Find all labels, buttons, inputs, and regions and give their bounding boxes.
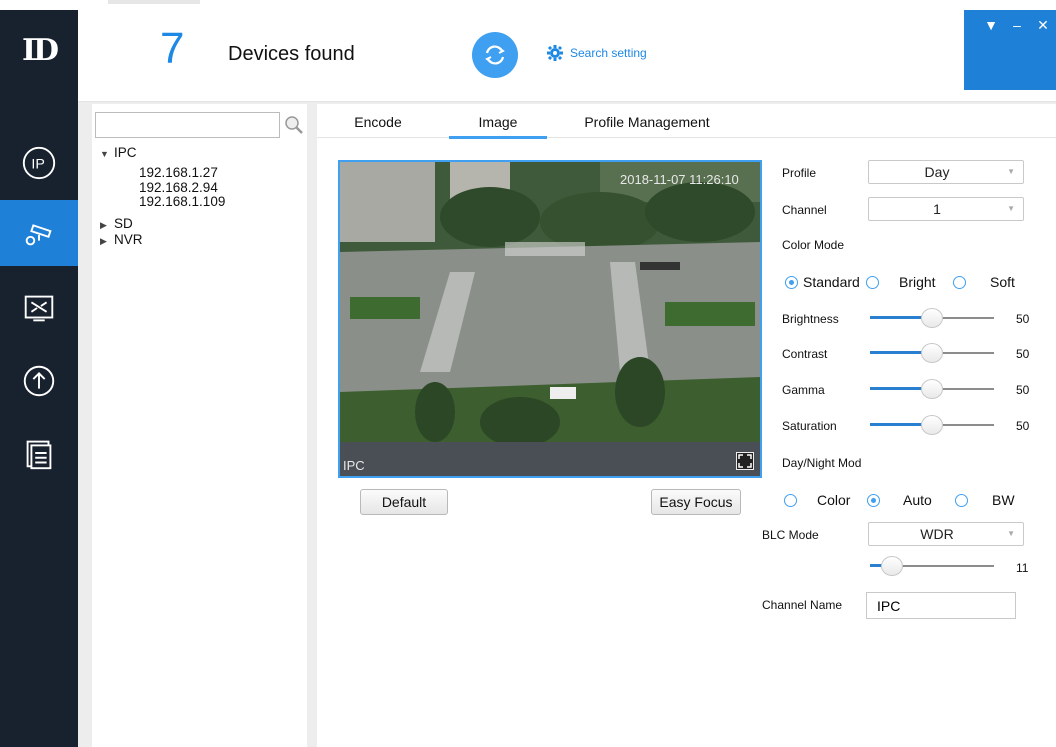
slider-knob[interactable]: [921, 415, 943, 435]
slider-knob[interactable]: [881, 556, 904, 576]
tree-group-ipc[interactable]: ▼ IPC: [100, 146, 137, 161]
svg-text:IP: IP: [31, 157, 44, 173]
caret-right-icon: ▶: [100, 236, 107, 246]
sidebar-item-documents[interactable]: [0, 420, 78, 486]
tree-device-item[interactable]: 192.168.1.27: [139, 166, 218, 180]
blc-level-slider[interactable]: [870, 556, 994, 576]
tree-group-sd[interactable]: ▶ SD: [100, 217, 133, 232]
slider-label: Brightness: [782, 312, 839, 326]
slider-value: 50: [1016, 312, 1030, 326]
slider-value: 50: [1016, 383, 1030, 397]
blc-level-value: 11: [1016, 561, 1029, 575]
day-night-color-radio[interactable]: [784, 494, 797, 507]
profile-label: Profile: [782, 166, 817, 180]
window-controls: ▼ – ✕: [964, 10, 1056, 90]
saturation-slider[interactable]: [870, 415, 994, 435]
search-setting-label: Search setting: [570, 46, 647, 60]
slider-knob[interactable]: [921, 308, 943, 328]
brightness-slider[interactable]: [870, 308, 994, 328]
tab-divider: [317, 137, 1056, 138]
color-mode-option-label: Standard: [803, 274, 860, 290]
slider-value: 50: [1016, 347, 1030, 361]
caret-right-icon: ▶: [100, 220, 107, 230]
color-mode-label: Color Mode: [782, 238, 845, 252]
upgrade-icon: [23, 365, 55, 397]
blc-mode-label: BLC Mode: [762, 528, 819, 542]
refresh-button[interactable]: [472, 32, 518, 78]
color-mode-bright-radio[interactable]: [866, 276, 879, 289]
tab-encode[interactable]: Encode: [338, 114, 418, 130]
slider-label: Saturation: [782, 419, 837, 433]
day-night-option-label: BW: [992, 492, 1015, 508]
app-logo: ID: [21, 32, 59, 68]
default-button[interactable]: Default: [360, 489, 448, 515]
device-count: 7: [160, 24, 185, 73]
top-tab[interactable]: [108, 0, 200, 4]
tree-group-label: NVR: [114, 232, 143, 247]
blc-mode-select[interactable]: WDR ▼: [868, 522, 1024, 546]
color-mode-option-label: Bright: [899, 274, 936, 290]
profile-value: Day: [924, 164, 950, 180]
chevron-down-icon: ▼: [1007, 529, 1015, 538]
day-night-option-label: Auto: [903, 492, 932, 508]
sidebar-item-tools[interactable]: [0, 275, 78, 341]
close-button[interactable]: ✕: [1030, 16, 1056, 90]
tools-icon: [24, 295, 54, 322]
top-strip: [0, 0, 1056, 10]
active-tab-indicator: [449, 136, 547, 139]
easy-focus-button[interactable]: Easy Focus: [651, 489, 741, 515]
video-channel-overlay: IPC: [343, 458, 365, 473]
window-menu-button[interactable]: ▼: [978, 16, 1004, 90]
tree-device-item[interactable]: 192.168.1.109: [139, 195, 225, 209]
documents-icon: [26, 440, 52, 470]
contrast-slider[interactable]: [870, 343, 994, 363]
blc-mode-value: WDR: [920, 526, 954, 542]
caret-down-icon: ▼: [100, 149, 109, 159]
devices-found-label: Devices found: [228, 43, 355, 65]
slider-label: Contrast: [782, 347, 828, 361]
slider-knob[interactable]: [921, 343, 943, 363]
tree-group-label: IPC: [114, 145, 137, 160]
tree-device-item[interactable]: 192.168.2.94: [139, 181, 218, 195]
chevron-down-icon: ▼: [1007, 204, 1015, 213]
video-preview[interactable]: 2018-11-07 11:26:10 IPC: [338, 160, 762, 478]
sidebar-item-upgrade[interactable]: [0, 348, 78, 414]
refresh-icon: [485, 45, 505, 65]
device-search-input[interactable]: [95, 112, 280, 138]
sidebar-item-camera-settings[interactable]: [0, 200, 78, 266]
slider-value: 50: [1016, 419, 1030, 433]
camera-settings-icon: [25, 224, 52, 246]
day-night-option-label: Color: [817, 492, 851, 508]
tab-profile-management[interactable]: Profile Management: [572, 114, 722, 130]
profile-select[interactable]: Day ▼: [868, 160, 1024, 184]
gamma-slider[interactable]: [870, 379, 994, 399]
channel-select[interactable]: 1 ▼: [868, 197, 1024, 221]
tree-group-nvr[interactable]: ▶ NVR: [100, 233, 143, 248]
chevron-down-icon: ▼: [1007, 167, 1015, 176]
color-mode-standard-radio[interactable]: [785, 276, 798, 289]
gear-icon: [547, 45, 563, 61]
minimize-button[interactable]: –: [1004, 16, 1030, 90]
channel-label: Channel: [782, 203, 827, 217]
slider-label: Gamma: [782, 383, 825, 397]
channel-value: 1: [933, 201, 941, 217]
search-setting-link[interactable]: Search setting: [546, 44, 647, 62]
ip-icon: IP: [22, 146, 56, 180]
color-mode-soft-radio[interactable]: [953, 276, 966, 289]
channel-name-label: Channel Name: [762, 598, 843, 612]
fullscreen-icon[interactable]: [736, 452, 754, 470]
camera-view-image: 2018-11-07 11:26:10 IPC: [340, 162, 760, 476]
day-night-label: Day/Night Mod: [782, 456, 862, 470]
color-mode-option-label: Soft: [990, 274, 1015, 290]
sidebar-item-ip[interactable]: IP: [0, 130, 78, 196]
tab-image[interactable]: Image: [449, 114, 547, 130]
day-night-auto-radio[interactable]: [867, 494, 880, 507]
channel-name-input[interactable]: [866, 592, 1016, 619]
video-timestamp: 2018-11-07 11:26:10: [620, 172, 739, 187]
slider-knob[interactable]: [921, 379, 943, 399]
search-icon[interactable]: [283, 114, 305, 136]
tree-group-label: SD: [114, 216, 133, 231]
day-night-bw-radio[interactable]: [955, 494, 968, 507]
